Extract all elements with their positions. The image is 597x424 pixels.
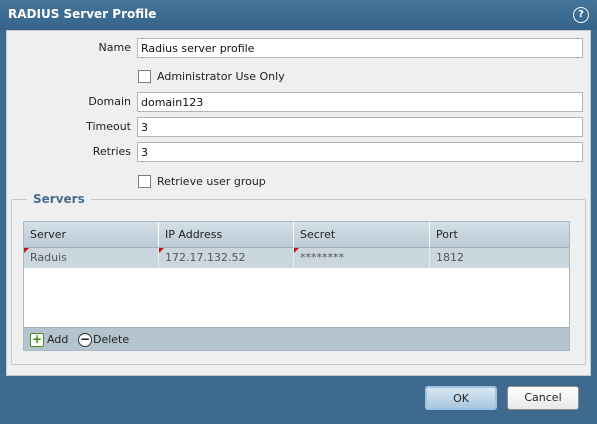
delete-button-label: Delete (93, 333, 130, 346)
table-row[interactable]: Raduis 172.17.132.52 ******** 1812 (24, 248, 569, 268)
cell-port[interactable]: 1812 (430, 248, 569, 268)
column-header-port[interactable]: Port (430, 222, 569, 247)
retrieve-user-group-label: Retrieve user group (157, 175, 266, 188)
radius-server-profile-dialog: RADIUS Server Profile ? Name Administrat… (0, 0, 597, 424)
column-header-ip-address[interactable]: IP Address (159, 222, 294, 247)
modified-marker-icon (294, 248, 299, 253)
add-button[interactable]: + Add (30, 332, 70, 348)
retrieve-user-group-checkbox[interactable] (138, 175, 151, 188)
name-label: Name (98, 41, 131, 54)
title-bar: RADIUS Server Profile ? (0, 0, 597, 30)
help-icon[interactable]: ? (573, 7, 589, 23)
cell-port-text: 1812 (436, 251, 464, 264)
cell-secret[interactable]: ******** (294, 248, 430, 268)
servers-table-header: Server IP Address Secret Port (24, 222, 569, 248)
minus-circle-icon: − (78, 332, 92, 347)
domain-input[interactable] (137, 92, 583, 112)
cancel-button[interactable]: Cancel (507, 386, 579, 410)
cell-ip-address[interactable]: 172.17.132.52 (159, 248, 294, 268)
add-icon: + (30, 332, 44, 347)
modified-marker-icon (159, 248, 164, 253)
modified-marker-icon (24, 248, 29, 253)
cell-server[interactable]: Raduis (24, 248, 159, 268)
column-header-server[interactable]: Server (24, 222, 159, 247)
column-header-secret[interactable]: Secret (294, 222, 430, 247)
servers-legend: Servers (27, 192, 91, 206)
dialog-content: Name Administrator Use Only Domain Timeo… (6, 30, 591, 376)
retries-input[interactable] (137, 142, 583, 162)
administrator-use-only-label: Administrator Use Only (157, 70, 285, 83)
name-input[interactable] (137, 38, 583, 58)
timeout-label: Timeout (86, 120, 131, 133)
delete-button[interactable]: − Delete (78, 332, 134, 348)
domain-label: Domain (88, 95, 131, 108)
cell-server-text: Raduis (30, 251, 67, 264)
administrator-use-only-checkbox[interactable] (138, 70, 151, 83)
timeout-input[interactable] (137, 117, 583, 137)
ok-button[interactable]: OK (425, 386, 497, 410)
cell-ip-address-text: 172.17.132.52 (165, 251, 246, 264)
dialog-title: RADIUS Server Profile (8, 7, 157, 21)
servers-table: Server IP Address Secret Port Raduis 172… (23, 221, 570, 351)
cell-secret-text: ******** (300, 251, 344, 264)
add-button-label: Add (47, 333, 69, 346)
retries-label: Retries (92, 145, 131, 158)
servers-toolbar: + Add − Delete (24, 327, 569, 350)
